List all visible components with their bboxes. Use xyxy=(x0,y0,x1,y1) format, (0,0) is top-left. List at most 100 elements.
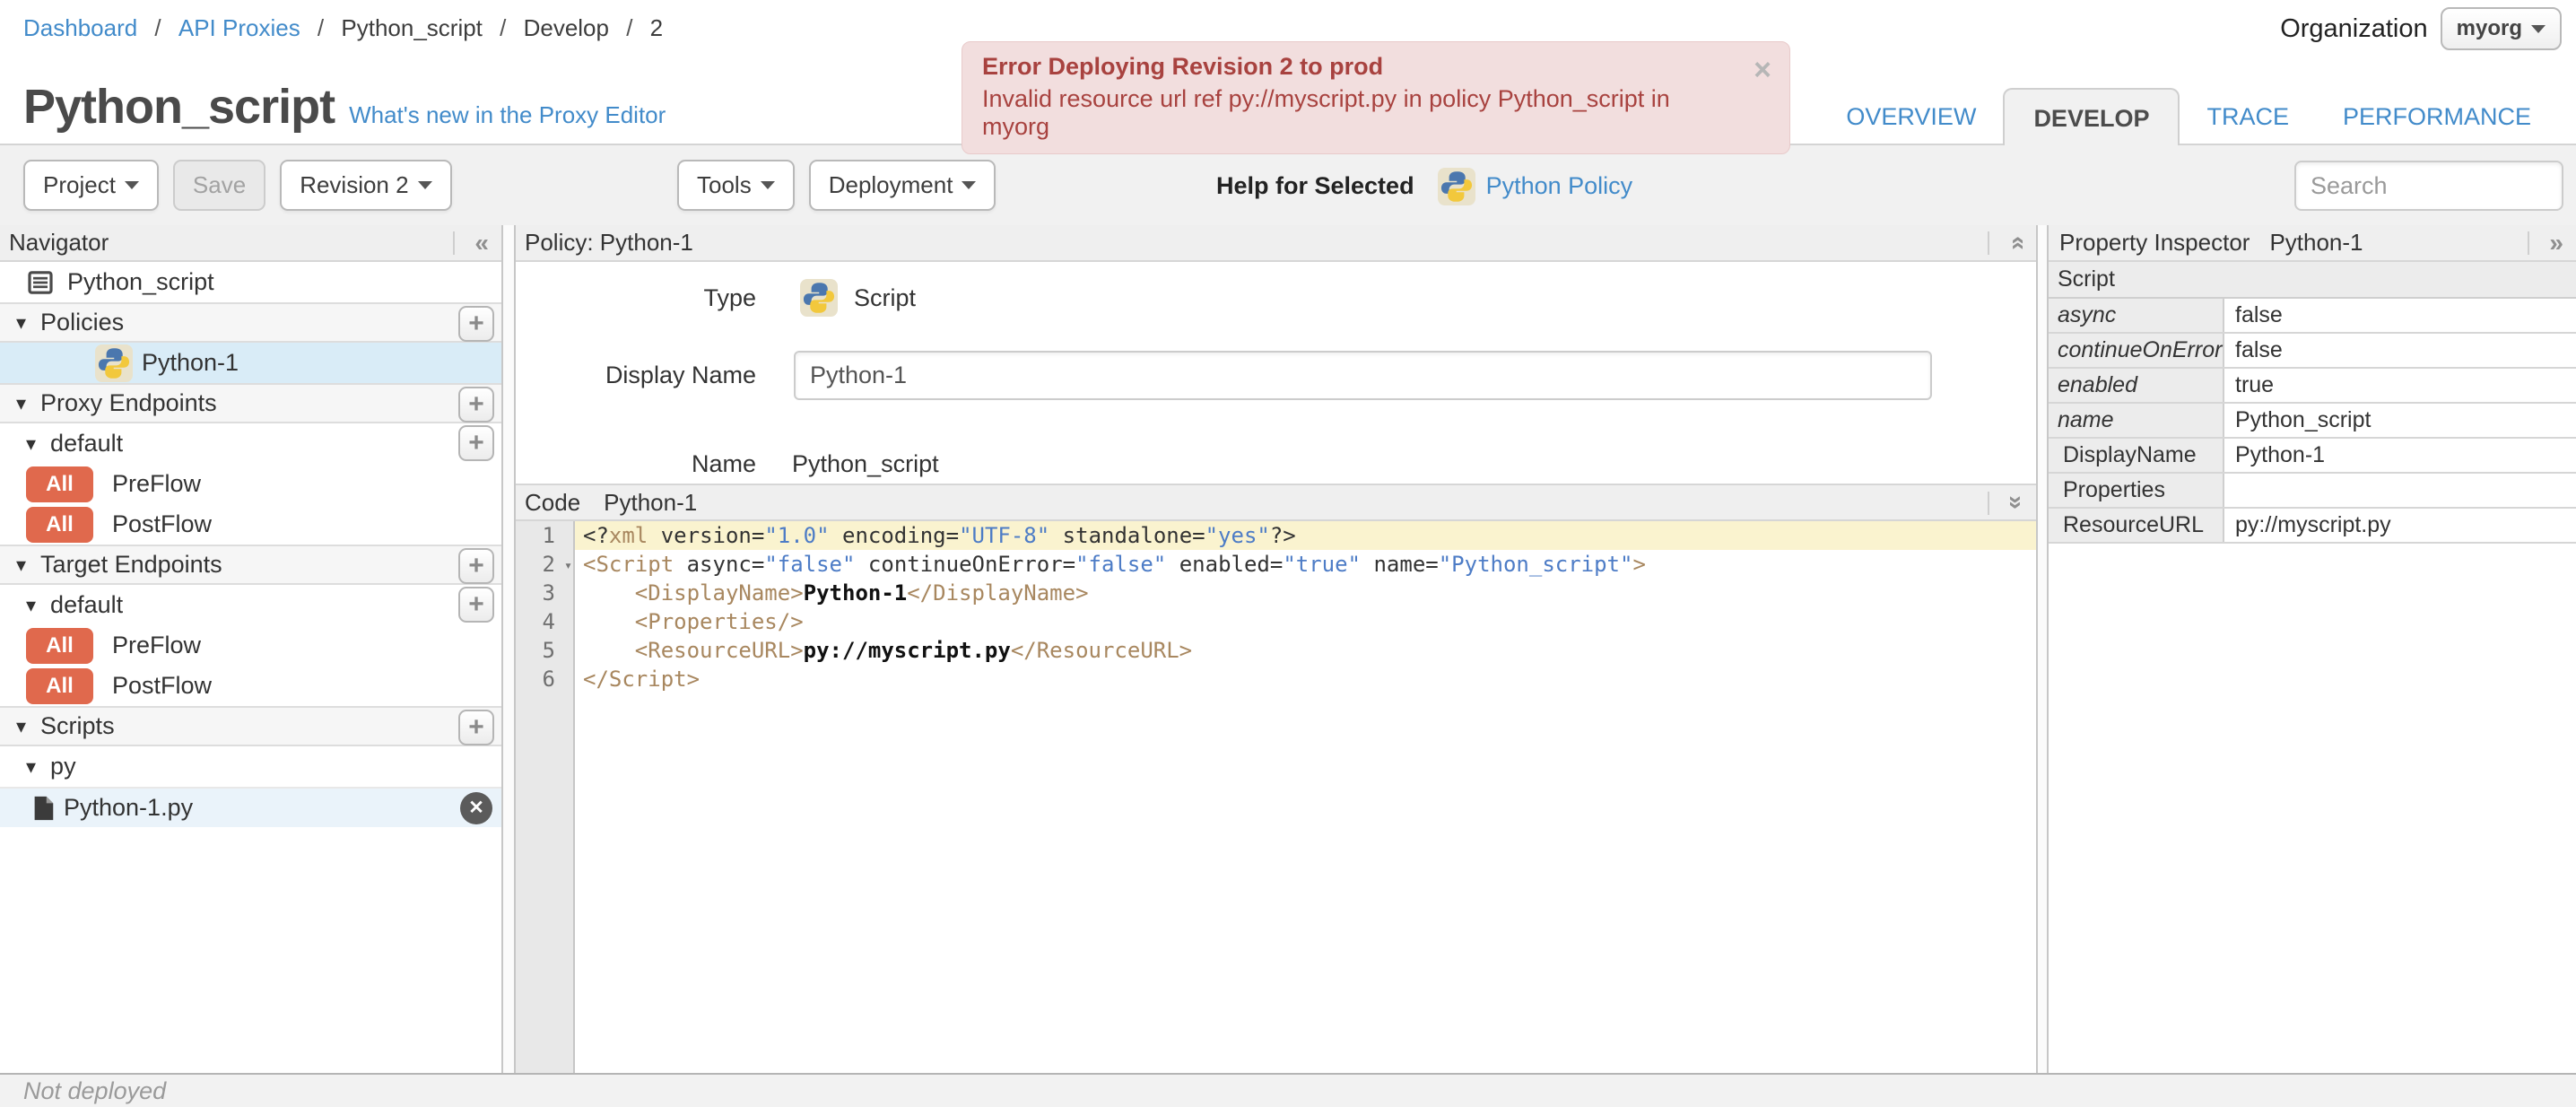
code-line-number: 3 xyxy=(542,580,555,606)
code-editor[interactable]: 1 2 ▾ 3 4 5 6 <?xml version="1.0" encoding="UT… xyxy=(516,521,2036,1073)
policy-header-title: Policy: Python-1 xyxy=(525,229,693,256)
collapse-section-icon[interactable]: » xyxy=(2002,236,2031,250)
nav-item-default[interactable]: ▾ default + xyxy=(0,423,501,464)
collapse-panel-icon[interactable]: » xyxy=(2549,229,2563,257)
caret-down-icon: ▾ xyxy=(26,593,37,616)
nav-item-py[interactable]: ▾ py xyxy=(0,746,501,787)
type-label: Type xyxy=(703,283,756,311)
code-token: > xyxy=(1632,552,1646,577)
display-name-label: Display Name xyxy=(605,361,756,388)
navigator-title: Navigator xyxy=(9,229,109,256)
tab-performance[interactable]: PERFORMANCE xyxy=(2316,103,2558,131)
nav-item-python-1-py[interactable]: Python-1.py ✕ xyxy=(0,787,501,827)
nav-item-python-1[interactable]: Python-1 xyxy=(0,343,501,383)
property-value[interactable]: Python-1 xyxy=(2224,439,2576,472)
add-button[interactable]: + xyxy=(458,587,494,623)
organization-label: Organization xyxy=(2280,13,2428,43)
code-token: "false" xyxy=(764,552,856,577)
organization-picker: Organization myorg xyxy=(2280,7,2562,50)
panel-splitter[interactable] xyxy=(2038,225,2049,1073)
add-button[interactable]: + xyxy=(458,387,494,423)
property-value[interactable]: Python_script xyxy=(2224,404,2576,437)
revision-menu-button[interactable]: Revision 2 xyxy=(280,160,452,211)
code-token: "yes" xyxy=(1205,523,1270,548)
property-value[interactable]: true xyxy=(2224,369,2576,402)
code-token: xml xyxy=(608,523,648,548)
tab-trace[interactable]: TRACE xyxy=(2180,103,2316,131)
header-divider xyxy=(1988,492,1989,515)
code-token: encoding= xyxy=(829,523,960,548)
tools-menu-button[interactable]: Tools xyxy=(677,160,795,211)
code-line[interactable]: <DisplayName>Python-1</DisplayName> xyxy=(575,579,2036,607)
search-input[interactable] xyxy=(2294,161,2563,211)
property-value[interactable] xyxy=(2224,474,2576,507)
nav-section-target-endpoints[interactable]: ▾ Target Endpoints + xyxy=(0,545,501,585)
property-value[interactable]: false xyxy=(2224,299,2576,332)
tab-develop[interactable]: DEVELOP xyxy=(2003,88,2180,145)
code-gutter: 1 2 ▾ 3 4 5 6 xyxy=(516,521,575,1073)
code-token: <DisplayName> xyxy=(634,580,804,606)
python-icon xyxy=(800,279,838,317)
code-line[interactable]: <?xml version="1.0" encoding="UTF-8" sta… xyxy=(575,521,2036,550)
fold-icon[interactable]: ▾ xyxy=(564,551,572,580)
nav-section-policies[interactable]: ▾ Policies + xyxy=(0,302,501,343)
code-token: "false" xyxy=(1075,552,1167,577)
python-policy-help-link[interactable]: Python Policy xyxy=(1486,172,1633,200)
nav-section-scripts[interactable]: ▾ Scripts + xyxy=(0,706,501,746)
type-value: Script xyxy=(854,283,917,311)
code-line[interactable]: <Script async="false" continueOnError="f… xyxy=(575,550,2036,579)
code-line[interactable]: <Properties/> xyxy=(575,607,2036,636)
close-icon[interactable]: × xyxy=(1754,53,1771,88)
delete-icon[interactable]: ✕ xyxy=(460,791,492,824)
whats-new-link[interactable]: What's new in the Proxy Editor xyxy=(349,101,666,129)
proxy-icon xyxy=(26,268,55,297)
add-button[interactable]: + xyxy=(458,306,494,342)
breadcrumb-item-api-proxies[interactable]: API Proxies xyxy=(178,14,300,41)
code-token: </Script> xyxy=(583,667,701,692)
property-row-properties: Properties xyxy=(2049,474,2576,509)
property-value[interactable]: py://myscript.py xyxy=(2224,509,2576,542)
deployment-menu-button[interactable]: Deployment xyxy=(808,160,996,211)
add-button[interactable]: + xyxy=(458,548,494,584)
code-token: <Script xyxy=(583,552,674,577)
project-menu-button[interactable]: Project xyxy=(23,160,159,211)
display-name-input[interactable] xyxy=(794,350,1932,400)
caret-down-icon: ▾ xyxy=(16,553,27,576)
nav-item-default[interactable]: ▾ default + xyxy=(0,585,501,625)
breadcrumb-separator: / xyxy=(148,14,168,41)
python-icon xyxy=(1437,167,1475,205)
python-icon xyxy=(95,344,133,382)
code-line[interactable]: <ResourceURL>py://myscript.py</ResourceU… xyxy=(575,636,2036,665)
property-key: continueOnError xyxy=(2049,334,2224,367)
property-row-resourceurl: ResourceURL py://myscript.py xyxy=(2049,509,2576,544)
code-token: <? xyxy=(583,523,609,548)
collapse-section-icon[interactable]: » xyxy=(2002,495,2031,510)
flow-condition-badge: All xyxy=(26,466,93,502)
nav-item-python-script[interactable]: Python_script xyxy=(0,262,501,302)
code-token: "UTF-8" xyxy=(959,523,1050,548)
code-line[interactable]: </Script> xyxy=(575,665,2036,693)
display-name-row: Display Name xyxy=(516,348,2036,402)
nav-item-postflow[interactable]: All PostFlow xyxy=(0,504,501,545)
breadcrumb-item-dashboard[interactable]: Dashboard xyxy=(23,14,137,41)
nav-item-label: PreFlow xyxy=(112,470,202,497)
property-value[interactable]: false xyxy=(2224,334,2576,367)
property-key: ResourceURL xyxy=(2049,509,2224,542)
tab-overview[interactable]: OVERVIEW xyxy=(1819,103,2003,131)
add-button[interactable]: + xyxy=(458,710,494,745)
nav-item-label: Scripts xyxy=(40,712,115,739)
error-banner-title: Error Deploying Revision 2 to prod xyxy=(982,53,1384,80)
nav-item-preflow[interactable]: All PreFlow xyxy=(0,464,501,504)
nav-item-preflow[interactable]: All PreFlow xyxy=(0,625,501,666)
nav-item-postflow[interactable]: All PostFlow xyxy=(0,666,501,706)
nav-section-proxy-endpoints[interactable]: ▾ Proxy Endpoints + xyxy=(0,383,501,423)
organization-dropdown[interactable]: myorg xyxy=(2440,7,2562,50)
collapse-panel-icon[interactable]: « xyxy=(474,229,489,257)
revision-menu-label: Revision 2 xyxy=(300,171,409,198)
panel-splitter[interactable] xyxy=(503,225,516,1073)
code-token: "Python_script" xyxy=(1438,552,1633,577)
add-button[interactable]: + xyxy=(458,425,494,461)
navigator-header: Navigator « xyxy=(0,225,501,262)
save-button[interactable]: Save xyxy=(172,160,266,211)
